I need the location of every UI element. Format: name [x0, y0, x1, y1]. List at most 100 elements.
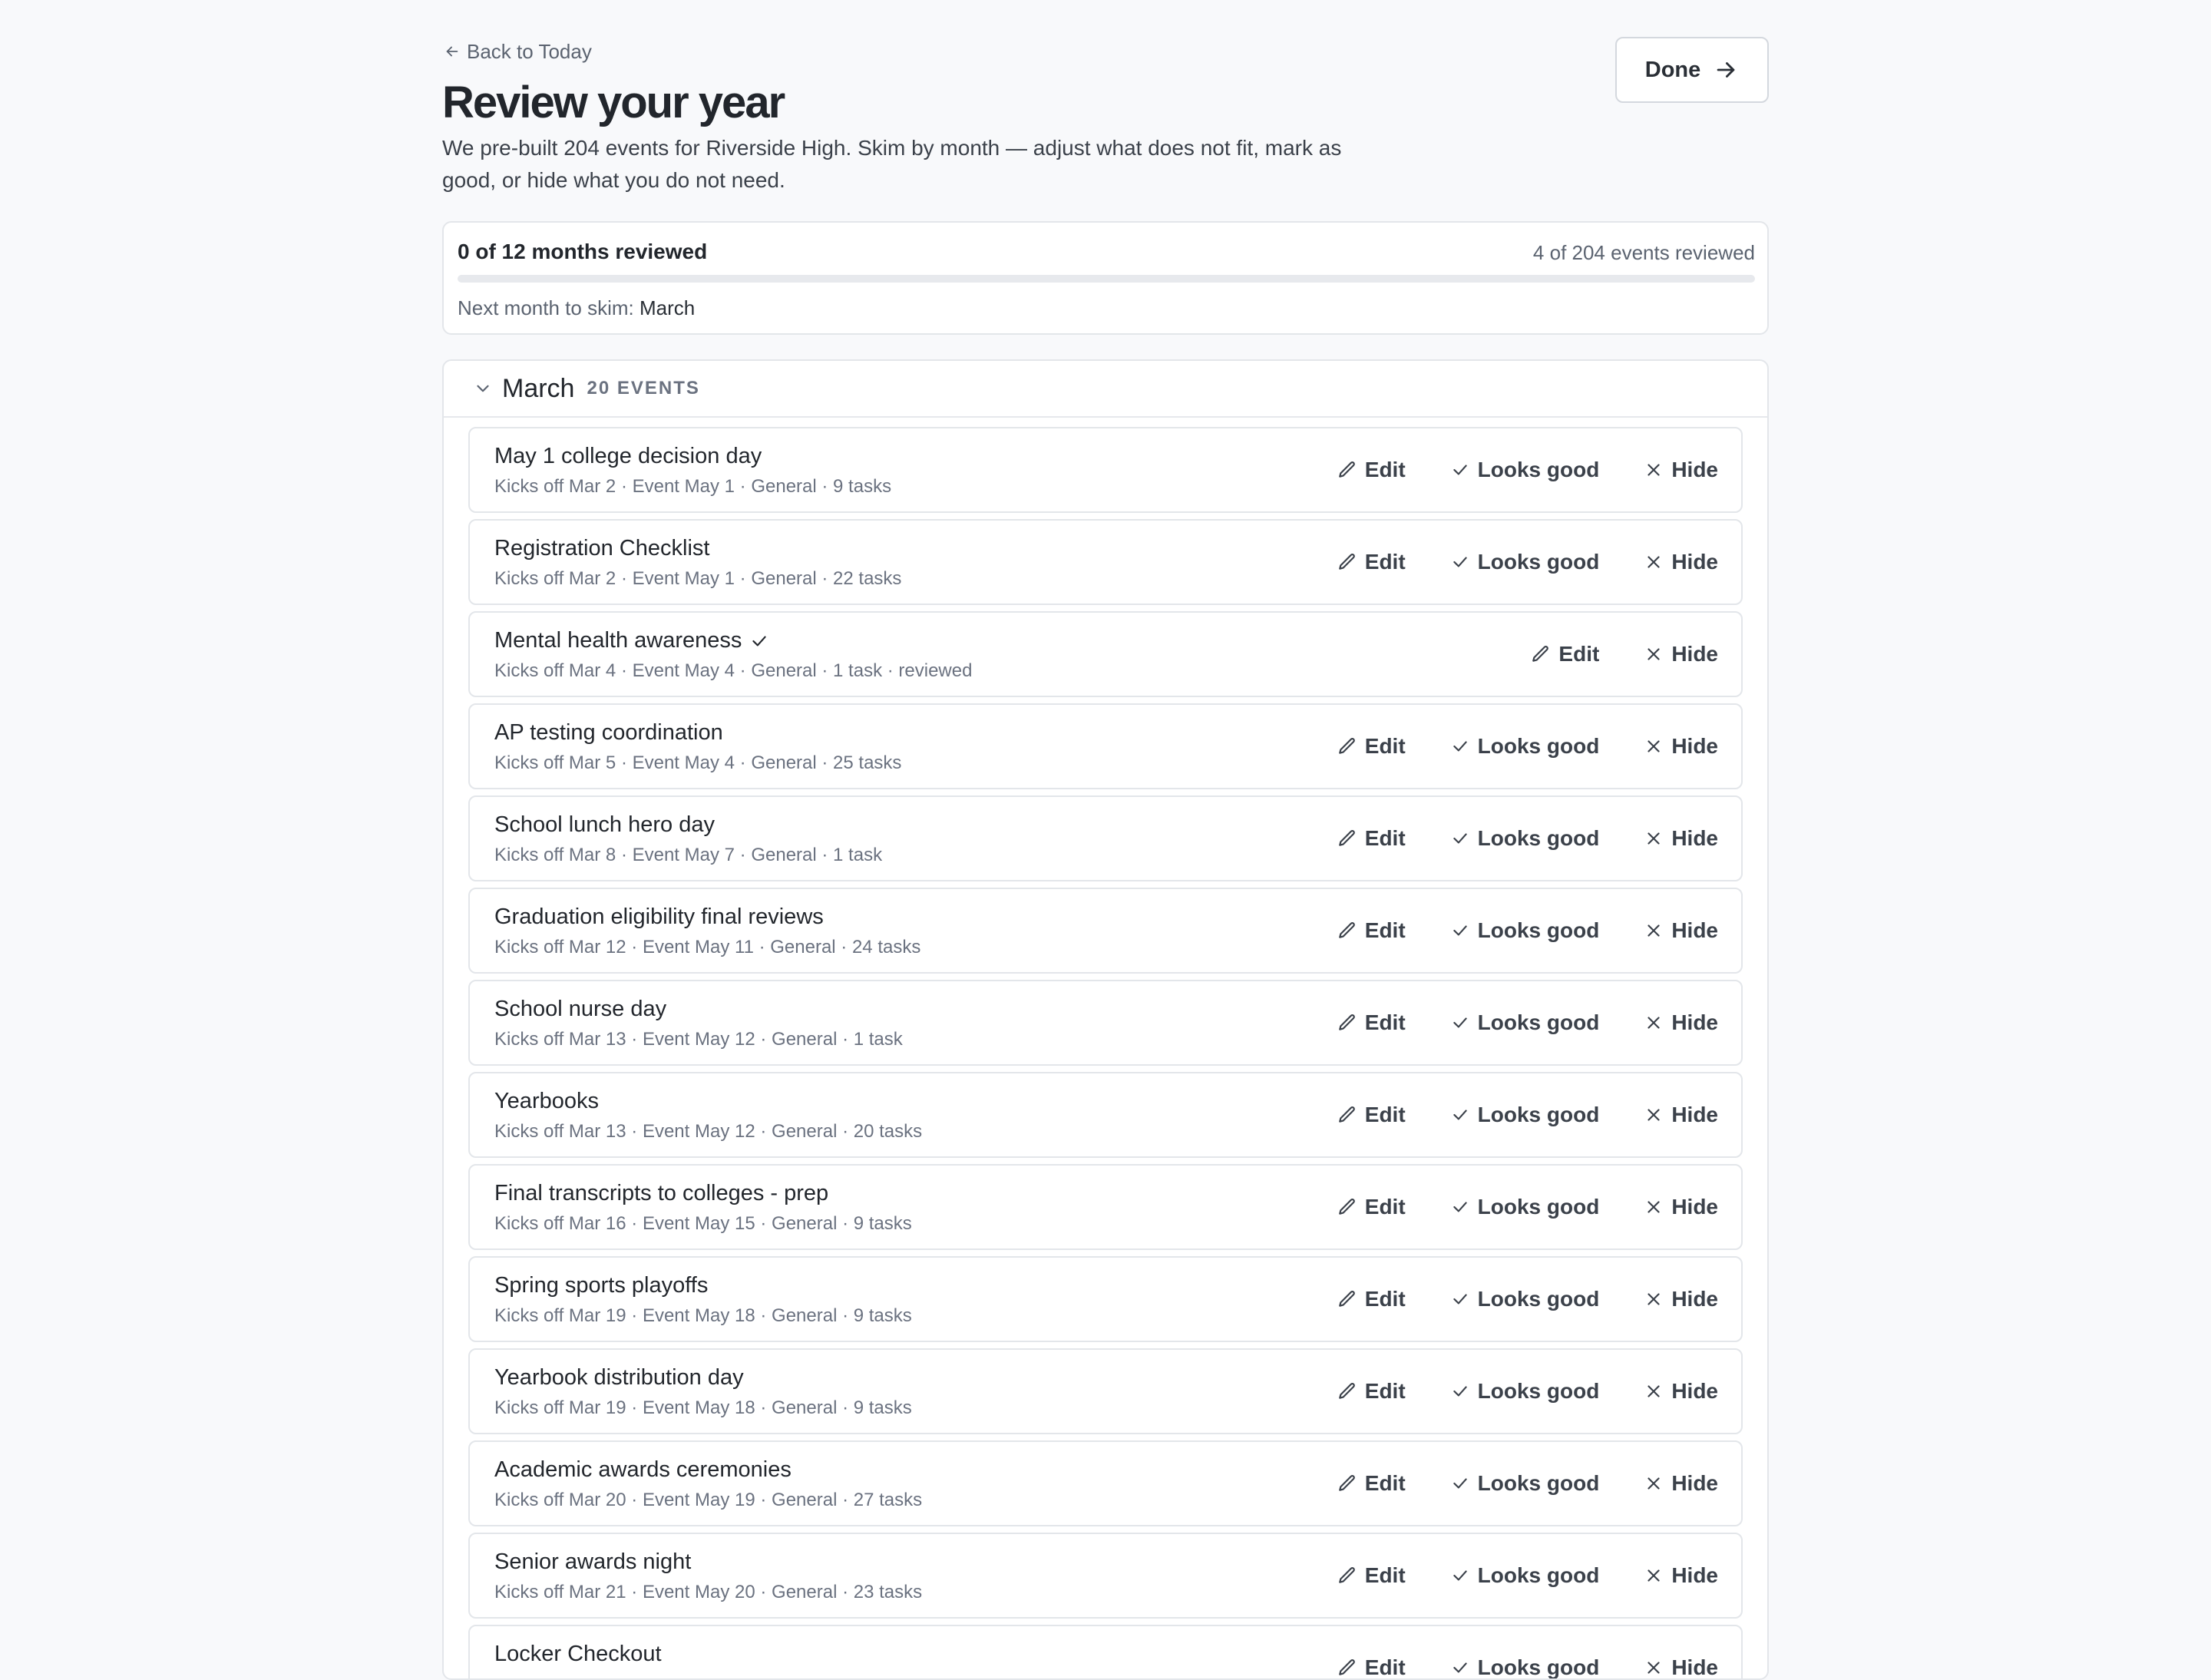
event-meta: Kicks off Mar 2 · Event May 1 · General …: [494, 476, 892, 497]
looks-good-button[interactable]: Looks good: [1450, 1103, 1599, 1127]
edit-button[interactable]: Edit: [1337, 1287, 1406, 1311]
event-meta: Kicks off Mar 5 · Event May 4 · General …: [494, 752, 902, 773]
event-row: Academic awards ceremonies Kicks off Mar…: [468, 1440, 1743, 1526]
hide-button[interactable]: Hide: [1644, 918, 1718, 943]
hide-button[interactable]: Hide: [1644, 1563, 1718, 1588]
looks-good-button[interactable]: Looks good: [1450, 1563, 1599, 1588]
hide-label: Hide: [1671, 1471, 1718, 1495]
event-actions: Edit Looks good Hide: [1337, 1626, 1718, 1678]
looks-good-button[interactable]: Looks good: [1450, 734, 1600, 759]
edit-button[interactable]: Edit: [1337, 734, 1406, 759]
event-row: May 1 college decision day Kicks off Mar…: [468, 427, 1743, 513]
event-actions: Edit Looks good Hide: [1337, 1350, 1718, 1433]
edit-button[interactable]: Edit: [1337, 1195, 1406, 1219]
event-title: Spring sports playoffs: [494, 1273, 709, 1298]
check-icon: [1453, 1478, 1467, 1489]
edit-button[interactable]: Edit: [1337, 550, 1406, 574]
hide-button[interactable]: Hide: [1644, 642, 1718, 666]
hide-label: Hide: [1671, 734, 1718, 758]
hide-button[interactable]: Hide: [1644, 1287, 1718, 1311]
event-row: Mental health awareness Kicks off Mar 4 …: [468, 611, 1743, 697]
looks-good-button[interactable]: Looks good: [1450, 550, 1600, 574]
edit-button[interactable]: Edit: [1337, 1103, 1406, 1127]
hide-button[interactable]: Hide: [1644, 826, 1718, 851]
progress-card: 0 of 12 months reviewed 4 of 204 events …: [442, 221, 1769, 335]
hide-button[interactable]: Hide: [1644, 1471, 1718, 1496]
close-icon: [1648, 464, 1660, 476]
event-title-wrap: Yearbooks: [494, 1089, 599, 1114]
event-meta: Kicks off Mar 21 · Event May 20 · Genera…: [494, 1582, 923, 1602]
close-icon: [1648, 648, 1660, 660]
hide-button[interactable]: Hide: [1644, 1195, 1718, 1219]
event-title-wrap: School nurse day: [494, 997, 666, 1022]
looks-good-label: Looks good: [1477, 734, 1600, 758]
looks-good-button[interactable]: Looks good: [1450, 918, 1599, 943]
check-icon: [1453, 925, 1467, 936]
event-actions: Edit Looks good Hide: [1337, 981, 1718, 1064]
hide-button[interactable]: Hide: [1644, 1655, 1718, 1678]
looks-good-button[interactable]: Looks good: [1450, 826, 1599, 851]
close-icon: [1648, 1017, 1660, 1029]
edit-button[interactable]: Edit: [1337, 1379, 1406, 1404]
edit-button[interactable]: Edit: [1531, 642, 1599, 666]
looks-good-button[interactable]: Looks good: [1450, 1379, 1600, 1404]
event-list: May 1 college decision day Kicks off Mar…: [468, 427, 1743, 1678]
check-icon: [1453, 741, 1467, 752]
looks-good-label: Looks good: [1477, 550, 1600, 574]
pencil-icon: [1338, 554, 1355, 570]
edit-button[interactable]: Edit: [1337, 458, 1406, 482]
event-meta: Kicks off Mar 4 · Event May 4 · General …: [494, 660, 973, 681]
hide-button[interactable]: Hide: [1644, 1103, 1718, 1127]
looks-good-button[interactable]: Looks good: [1450, 1195, 1599, 1219]
event-actions: Edit Hide: [1531, 613, 1718, 696]
edit-label: Edit: [1364, 1010, 1406, 1034]
edit-label: Edit: [1364, 550, 1406, 574]
looks-good-button[interactable]: Looks good: [1450, 1471, 1600, 1496]
hide-button[interactable]: Hide: [1644, 458, 1718, 482]
edit-button[interactable]: Edit: [1337, 826, 1406, 851]
done-button[interactable]: Done: [1615, 37, 1769, 103]
pencil-icon: [1338, 738, 1355, 754]
check-icon: [1453, 1294, 1467, 1305]
edit-button[interactable]: Edit: [1337, 1010, 1406, 1035]
check-icon: [1453, 465, 1467, 475]
edit-button[interactable]: Edit: [1337, 1471, 1406, 1496]
event-title: Locker Checkout: [494, 1642, 662, 1666]
pencil-icon: [1338, 1106, 1355, 1123]
event-title-wrap: Yearbook distribution day: [494, 1365, 744, 1391]
hide-button[interactable]: Hide: [1644, 550, 1718, 574]
event-actions: Edit Looks good Hide: [1337, 889, 1718, 972]
looks-good-label: Looks good: [1477, 1379, 1600, 1403]
edit-label: Edit: [1364, 458, 1406, 481]
back-to-today-link[interactable]: Back to Today: [444, 38, 592, 64]
event-title-wrap: May 1 college decision day: [494, 444, 762, 469]
event-row: Senior awards night Kicks off Mar 21 · E…: [468, 1533, 1743, 1619]
event-title-wrap: School lunch hero day: [494, 812, 715, 838]
hide-label: Hide: [1671, 550, 1718, 574]
months-reviewed-text: 0 of 12 months reviewed: [458, 240, 708, 263]
chevron-down-icon: [477, 385, 489, 392]
pencil-icon: [1338, 922, 1355, 938]
looks-good-label: Looks good: [1477, 1471, 1600, 1495]
edit-label: Edit: [1558, 642, 1600, 666]
hide-button[interactable]: Hide: [1644, 1379, 1718, 1404]
looks-good-button[interactable]: Looks good: [1450, 1287, 1599, 1311]
event-row: Yearbook distribution day Kicks off Mar …: [468, 1348, 1743, 1434]
looks-good-button[interactable]: Looks good: [1450, 1010, 1600, 1035]
edit-button[interactable]: Edit: [1337, 1655, 1406, 1678]
hide-label: Hide: [1671, 826, 1718, 850]
event-actions: Edit Looks good Hide: [1337, 428, 1718, 511]
edit-button[interactable]: Edit: [1337, 1563, 1406, 1588]
edit-button[interactable]: Edit: [1337, 918, 1406, 943]
looks-good-button[interactable]: Looks good: [1450, 1655, 1599, 1678]
hide-button[interactable]: Hide: [1644, 734, 1718, 759]
looks-good-label: Looks good: [1477, 1010, 1600, 1034]
month-header-toggle[interactable]: March 20 EVENTS: [444, 361, 1767, 418]
close-icon: [1648, 556, 1660, 568]
looks-good-button[interactable]: Looks good: [1450, 458, 1599, 482]
event-title: Yearbook distribution day: [494, 1365, 744, 1390]
hide-button[interactable]: Hide: [1644, 1010, 1718, 1035]
month-section: March 20 EVENTS May 1 college decision d…: [442, 359, 1769, 1680]
close-icon: [1648, 740, 1660, 752]
month-event-count: 20 EVENTS: [587, 378, 700, 399]
